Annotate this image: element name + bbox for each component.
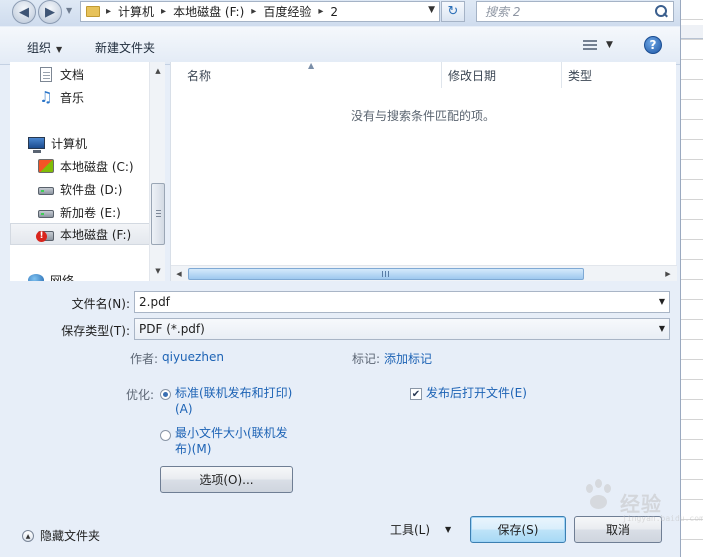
standard-radio[interactable] xyxy=(160,389,171,400)
breadcrumb-separator-icon[interactable]: ▸ xyxy=(106,6,111,17)
filetype-select[interactable]: PDF (*.pdf) ▼ xyxy=(134,318,670,340)
nav-item-drive-e[interactable]: 新加卷 (E:) xyxy=(38,201,165,223)
breadcrumb-separator-icon[interactable]: ▸ xyxy=(161,6,166,17)
chevron-down-icon[interactable]: ▼ xyxy=(659,297,665,306)
music-icon: ♫ xyxy=(39,88,53,106)
file-list[interactable]: ▲ 名称 修改日期 类型 没有与搜索条件匹配的项。 ◀ ▶ xyxy=(170,61,677,281)
breadcrumb-item[interactable]: 百度经验 xyxy=(263,3,311,20)
nav-item-computer[interactable]: 计算机 xyxy=(28,132,165,154)
hide-folders-toggle[interactable]: ▲ 隐藏文件夹 xyxy=(22,527,100,544)
breadcrumb-item[interactable]: 2 xyxy=(330,5,338,19)
address-row: ◀ ▶ ▼ ▸ 计算机 ▸ 本地磁盘 (F:) ▸ 百度经验 ▸ 2 ▼ ↻ 搜… xyxy=(0,0,680,26)
file-list-horizontal-scrollbar[interactable]: ◀ ▶ xyxy=(171,265,677,281)
address-bar[interactable]: ▸ 计算机 ▸ 本地磁盘 (F:) ▸ 百度经验 ▸ 2 ▼ xyxy=(80,1,440,22)
command-toolbar: 组织 ▼ 新建文件夹 ▼ ? xyxy=(0,27,680,65)
network-icon xyxy=(28,274,44,281)
filetype-value: PDF (*.pdf) xyxy=(139,322,205,336)
breadcrumb-separator-icon[interactable]: ▸ xyxy=(318,6,323,17)
column-divider[interactable] xyxy=(441,62,442,88)
author-label: 作者: xyxy=(130,352,159,366)
standard-option-label[interactable]: 标准(联机发布和打印) (A) xyxy=(175,385,292,417)
checkmark-icon: ✔ xyxy=(411,389,421,400)
open-after-publish-checkbox[interactable]: ✔ xyxy=(410,388,422,400)
minimum-size-option-label[interactable]: 最小文件大小(联机发 布)(M) xyxy=(175,425,288,457)
paw-logo-icon xyxy=(582,478,618,518)
background-spreadsheet xyxy=(680,0,703,557)
drive-icon xyxy=(38,210,54,218)
nav-vertical-scrollbar[interactable]: ▲ ▼ xyxy=(149,62,165,281)
nav-item-music[interactable]: ♫ 音乐 xyxy=(38,86,165,108)
back-button[interactable]: ◀ xyxy=(12,0,36,24)
filename-label: 文件名(N): xyxy=(71,297,130,311)
chevron-down-icon: ▼ xyxy=(56,45,63,54)
tools-menu[interactable]: 工具(L) xyxy=(390,521,430,538)
breadcrumb-item[interactable]: 本地磁盘 (F:) xyxy=(173,3,244,20)
refresh-icon: ↻ xyxy=(447,4,459,19)
search-box[interactable]: 搜索 2 xyxy=(476,1,674,22)
column-header-type[interactable]: 类型 xyxy=(568,62,592,88)
breadcrumb-separator-icon[interactable]: ▸ xyxy=(251,6,256,17)
breadcrumb-item[interactable]: 计算机 xyxy=(118,3,154,20)
forward-arrow-icon: ▶ xyxy=(45,4,55,20)
optimize-label: 优化: xyxy=(126,388,155,402)
view-dropdown-icon[interactable]: ▼ xyxy=(606,40,613,50)
scroll-right-icon[interactable]: ▶ xyxy=(662,268,674,280)
back-arrow-icon: ◀ xyxy=(19,4,29,20)
grip-icon xyxy=(156,210,161,217)
navigation-pane: 文档 ♫ 音乐 计算机 本地磁盘 (C:) 软件盘 (D:) 新加卷 (E:) … xyxy=(10,62,165,281)
column-header-date[interactable]: 修改日期 xyxy=(448,62,496,88)
sort-ascending-icon: ▲ xyxy=(308,61,315,70)
author-field[interactable]: qiyuezhen xyxy=(162,350,224,364)
help-icon[interactable]: ? xyxy=(644,36,662,54)
save-button[interactable]: 保存(S) xyxy=(470,516,566,543)
spreadsheet-column-header xyxy=(681,25,703,39)
tags-field[interactable]: 添加标记 xyxy=(384,350,432,367)
filename-value: 2.pdf xyxy=(139,295,170,309)
refresh-button[interactable]: ↻ xyxy=(441,1,465,22)
chevron-down-icon[interactable]: ▼ xyxy=(445,525,451,534)
nav-item-documents[interactable]: 文档 xyxy=(38,63,165,85)
address-dropdown-icon[interactable]: ▼ xyxy=(428,5,435,15)
drive-icon xyxy=(38,187,54,195)
save-as-dialog: ◀ ▶ ▼ ▸ 计算机 ▸ 本地磁盘 (F:) ▸ 百度经验 ▸ 2 ▼ ↻ 搜… xyxy=(0,0,703,557)
document-icon xyxy=(40,66,52,82)
watermark-text: 经验 xyxy=(620,492,662,516)
open-after-publish-label[interactable]: 发布后打开文件(E) xyxy=(426,385,527,401)
nav-item-drive-c[interactable]: 本地磁盘 (C:) xyxy=(38,155,165,177)
collapse-up-icon: ▲ xyxy=(22,529,34,542)
nav-item-drive-d[interactable]: 软件盘 (D:) xyxy=(38,178,165,200)
scroll-thumb[interactable] xyxy=(188,268,584,280)
chevron-down-icon[interactable]: ▼ xyxy=(659,324,665,333)
tags-label: 标记: xyxy=(352,352,381,366)
empty-message: 没有与搜索条件匹配的项。 xyxy=(351,109,496,123)
cancel-button[interactable]: 取消 xyxy=(574,516,662,543)
scroll-left-icon[interactable]: ◀ xyxy=(173,268,185,280)
scroll-up-icon[interactable]: ▲ xyxy=(152,65,164,77)
view-options-icon[interactable] xyxy=(583,40,597,52)
system-drive-icon xyxy=(38,159,54,173)
search-input[interactable]: 搜索 2 xyxy=(477,3,654,20)
new-folder-button[interactable]: 新建文件夹 xyxy=(95,39,155,56)
organize-button[interactable]: 组织 ▼ xyxy=(27,39,62,56)
recent-pages-dropdown-icon[interactable]: ▼ xyxy=(66,6,72,15)
search-icon[interactable] xyxy=(654,4,668,19)
minimum-size-radio[interactable] xyxy=(160,430,171,441)
folder-icon xyxy=(86,6,100,17)
grip-icon xyxy=(382,271,389,277)
computer-icon xyxy=(28,137,45,153)
column-header-name[interactable]: 名称 xyxy=(187,62,211,88)
scroll-thumb[interactable] xyxy=(151,183,165,245)
nav-item-network[interactable]: 网络 xyxy=(28,269,165,281)
filename-field[interactable]: 2.pdf ▼ xyxy=(134,291,670,313)
forward-button[interactable]: ▶ xyxy=(38,0,62,24)
column-divider[interactable] xyxy=(561,62,562,88)
options-button[interactable]: 选项(O)... xyxy=(160,466,293,493)
filetype-label: 保存类型(T): xyxy=(61,324,130,338)
scroll-down-icon[interactable]: ▼ xyxy=(152,265,164,277)
warning-drive-icon xyxy=(36,230,54,242)
nav-item-drive-f[interactable]: 本地磁盘 (F:) xyxy=(10,223,158,245)
